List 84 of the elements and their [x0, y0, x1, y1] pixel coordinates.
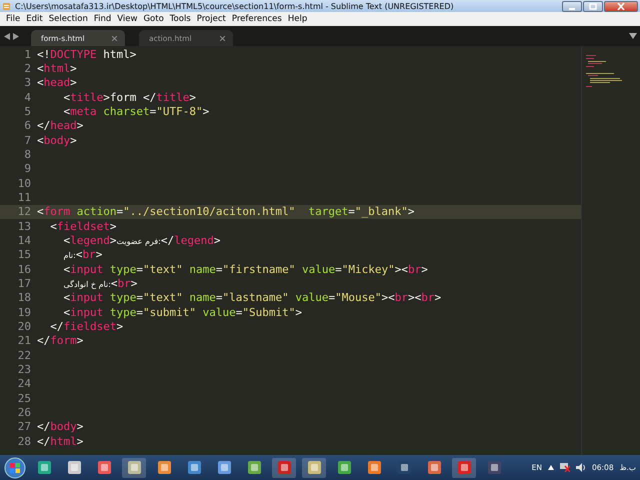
- left-arrow-icon[interactable]: [4, 32, 10, 40]
- line-number: 4: [23, 90, 32, 104]
- app-icon[interactable]: [248, 461, 260, 474]
- line-number: 11: [16, 190, 32, 204]
- line-number: 27: [16, 420, 32, 434]
- line-number: 23: [16, 362, 32, 376]
- code-line: </form>: [37, 334, 84, 348]
- code-line: </fieldset>: [49, 320, 124, 333]
- tray-arrow-icon[interactable]: [548, 465, 554, 470]
- line-number: 14: [16, 234, 32, 247]
- code-line: <input type="text" name="firstname" value="Mickey"><br>: [62, 262, 428, 276]
- app-icon[interactable]: [488, 461, 500, 474]
- code-line: </body>: [37, 420, 84, 434]
- line-number: 26: [16, 406, 32, 419]
- menu-item[interactable]: Edit: [23, 14, 46, 24]
- menu-item[interactable]: Preferences: [228, 14, 285, 24]
- code-line: <input type="text" name="lastname" value="Mouse"><br><br>: [62, 291, 442, 304]
- code-line: <html>: [37, 62, 77, 75]
- line-number: 19: [16, 306, 32, 319]
- code-line: </head>: [37, 119, 84, 132]
- app-icon[interactable]: [428, 461, 440, 474]
- app-icon[interactable]: [98, 461, 110, 474]
- code-line: </html>: [37, 434, 84, 448]
- app-icon[interactable]: [38, 461, 50, 474]
- menu-item[interactable]: Tools: [166, 14, 194, 24]
- app-icon[interactable]: [128, 461, 140, 474]
- close-button[interactable]: [604, 0, 638, 12]
- line-number: 2: [23, 62, 32, 75]
- window-title: C:\Users\mosatafa313.ir\Desktop\HTML\HTML5\cource\section11\form-s.html - Sublime Text (UNREGISTERED): [15, 2, 455, 10]
- line-number: 20: [16, 320, 32, 333]
- close-icon[interactable]: [112, 36, 117, 40]
- right-arrow-icon[interactable]: [13, 32, 19, 40]
- app-icon[interactable]: [218, 461, 230, 474]
- app-icon[interactable]: [368, 461, 380, 474]
- start-button-icon[interactable]: [4, 456, 26, 478]
- line-number: 21: [16, 334, 32, 348]
- code-line: <fieldset>: [49, 220, 116, 233]
- line-number: 16: [16, 262, 32, 276]
- maximize-button[interactable]: [583, 0, 603, 12]
- menu-item[interactable]: File: [3, 14, 24, 24]
- line-number: 8: [23, 148, 32, 161]
- code-line: <input type="submit" value="Submit">: [62, 306, 302, 319]
- line-number: 18: [16, 291, 32, 304]
- app-icon[interactable]: [188, 461, 200, 474]
- line-number: 24: [16, 377, 32, 390]
- line-number: 5: [23, 104, 32, 118]
- menu-item[interactable]: Goto: [140, 14, 167, 24]
- line-number: 22: [16, 348, 32, 362]
- line-number: 28: [16, 434, 32, 448]
- code-line: <meta charset="UTF-8">: [62, 104, 210, 118]
- line-number: 6: [23, 119, 32, 132]
- close-icon[interactable]: [220, 36, 225, 40]
- network-icon[interactable]: [560, 463, 570, 472]
- menu-item[interactable]: Find: [90, 14, 114, 24]
- line-number: 10: [16, 176, 32, 190]
- menu-item[interactable]: View: [114, 14, 140, 24]
- line-number: 25: [16, 392, 32, 405]
- line-number: 13: [16, 220, 32, 233]
- code-line: <head>: [37, 76, 77, 90]
- menu-item[interactable]: Project: [194, 14, 229, 24]
- code-line: <title>form </title>: [62, 90, 196, 104]
- line-number: 15: [16, 248, 32, 262]
- maximize-icon: [589, 2, 597, 10]
- code-line: <form action="../section10/aciton.html" target="_blank">: [37, 205, 415, 218]
- line-number: 12: [16, 205, 32, 218]
- app-icon[interactable]: [158, 461, 170, 474]
- minimize-button[interactable]: [562, 0, 582, 12]
- app-icon[interactable]: [398, 461, 410, 474]
- app-icon[interactable]: [308, 461, 320, 474]
- line-number: 3: [23, 76, 32, 90]
- app-icon: [2, 2, 11, 10]
- code-line: <body>: [37, 134, 77, 147]
- line-number: 17: [16, 276, 32, 290]
- line-number: 7: [23, 134, 32, 147]
- code-line: <!DOCTYPE html>: [37, 48, 136, 61]
- app-icon[interactable]: [68, 461, 80, 474]
- menu-item[interactable]: Help: [284, 14, 310, 24]
- speaker-icon[interactable]: [576, 463, 586, 472]
- app-icon[interactable]: [338, 461, 350, 474]
- line-number: 1: [23, 48, 32, 61]
- line-number: 9: [23, 162, 32, 176]
- close-icon: [617, 2, 625, 10]
- dropdown-arrow-icon[interactable]: [629, 33, 637, 39]
- menu-item[interactable]: Selection: [46, 14, 91, 24]
